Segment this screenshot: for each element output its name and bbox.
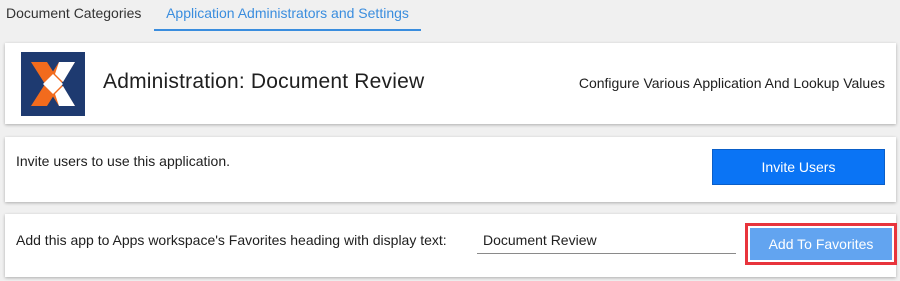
- invite-users-card: Invite users to use this application. In…: [5, 137, 896, 202]
- invite-users-description: Invite users to use this application.: [16, 153, 231, 169]
- add-to-favorites-button[interactable]: Add To Favorites: [750, 228, 892, 260]
- favorites-card: Add this app to Apps workspace's Favorit…: [5, 214, 897, 277]
- logo-graphic: [31, 62, 75, 106]
- page-subtitle: Configure Various Application And Lookup…: [578, 75, 885, 91]
- favorites-description: Add this app to Apps workspace's Favorit…: [16, 232, 447, 248]
- tab-application-administrators-and-settings[interactable]: Application Administrators and Settings: [154, 0, 421, 31]
- invite-users-button[interactable]: Invite Users: [712, 149, 885, 185]
- page-title: Administration: Document Review: [103, 70, 425, 93]
- app-logo-x-icon: [21, 52, 85, 116]
- tab-bar: Document Categories Application Administ…: [0, 0, 900, 31]
- header-card: Administration: Document Review Configur…: [5, 43, 896, 124]
- tab-document-categories[interactable]: Document Categories: [6, 0, 141, 31]
- favorites-button-highlight: Add To Favorites: [745, 223, 897, 265]
- favorites-display-text-input[interactable]: [477, 226, 736, 254]
